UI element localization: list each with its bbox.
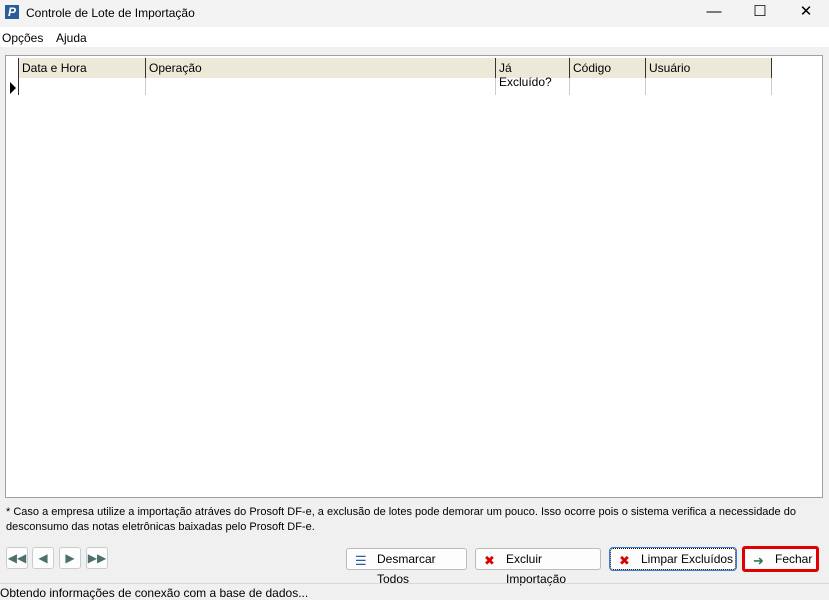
menu-bar: Opções Ajuda bbox=[0, 27, 829, 47]
first-record-button[interactable]: ◀◀ bbox=[6, 547, 28, 569]
menu-opcoes[interactable]: Opções bbox=[2, 31, 43, 45]
minimize-button[interactable]: — bbox=[691, 0, 737, 26]
excluir-importacao-button[interactable]: ✖ Excluir Importação bbox=[475, 548, 601, 586]
table-cell[interactable] bbox=[646, 78, 772, 95]
current-row-arrow-icon bbox=[10, 82, 16, 94]
import-batch-grid[interactable]: Data e Hora Operação Já Excluído? Código… bbox=[5, 55, 823, 498]
table-cell[interactable] bbox=[146, 78, 496, 95]
column-header-ja-excluido[interactable]: Já Excluído? bbox=[496, 58, 570, 89]
button-label: Desmarcar Todos bbox=[377, 552, 436, 586]
column-header-codigo[interactable]: Código bbox=[570, 58, 646, 78]
status-bar: Obtendo informações de conexão com a bas… bbox=[0, 583, 829, 600]
row-indicator bbox=[8, 58, 19, 95]
clear-deleted-icon: ✖ bbox=[619, 553, 630, 568]
menu-ajuda[interactable]: Ajuda bbox=[56, 31, 87, 45]
table-cell[interactable] bbox=[19, 78, 146, 95]
button-label: Limpar Excluídos bbox=[641, 552, 734, 566]
title-bar: P Controle de Lote de Importação — ☐ ✕ bbox=[0, 0, 829, 26]
fechar-button[interactable]: ➜ Fechar bbox=[742, 546, 819, 572]
list-icon: ☰ bbox=[355, 553, 367, 568]
column-header-usuario[interactable]: Usuário bbox=[646, 58, 772, 78]
table-cell[interactable] bbox=[570, 78, 646, 95]
button-label: Excluir Importação bbox=[506, 552, 567, 586]
column-header-operacao[interactable]: Operação bbox=[146, 58, 496, 78]
previous-record-button[interactable]: ◀ bbox=[32, 547, 54, 569]
close-button[interactable]: ✕ bbox=[783, 0, 829, 26]
exit-door-icon: ➜ bbox=[753, 553, 764, 568]
info-note: * Caso a empresa utilize a importação at… bbox=[6, 506, 796, 533]
app-icon: P bbox=[5, 5, 19, 19]
next-record-button[interactable]: ▶ bbox=[59, 547, 81, 569]
table-cell[interactable] bbox=[496, 78, 570, 95]
window-title: Controle de Lote de Importação bbox=[26, 6, 195, 20]
maximize-button[interactable]: ☐ bbox=[737, 0, 783, 26]
delete-table-icon: ✖ bbox=[484, 553, 495, 568]
desmarcar-todos-button[interactable]: ☰ Desmarcar Todos bbox=[346, 548, 467, 586]
column-header-data-hora[interactable]: Data e Hora bbox=[19, 58, 146, 78]
last-record-button[interactable]: ▶▶ bbox=[86, 547, 108, 569]
button-label: Fechar bbox=[775, 552, 813, 566]
limpar-excluidos-button[interactable]: ✖ Limpar Excluídos bbox=[609, 547, 737, 571]
